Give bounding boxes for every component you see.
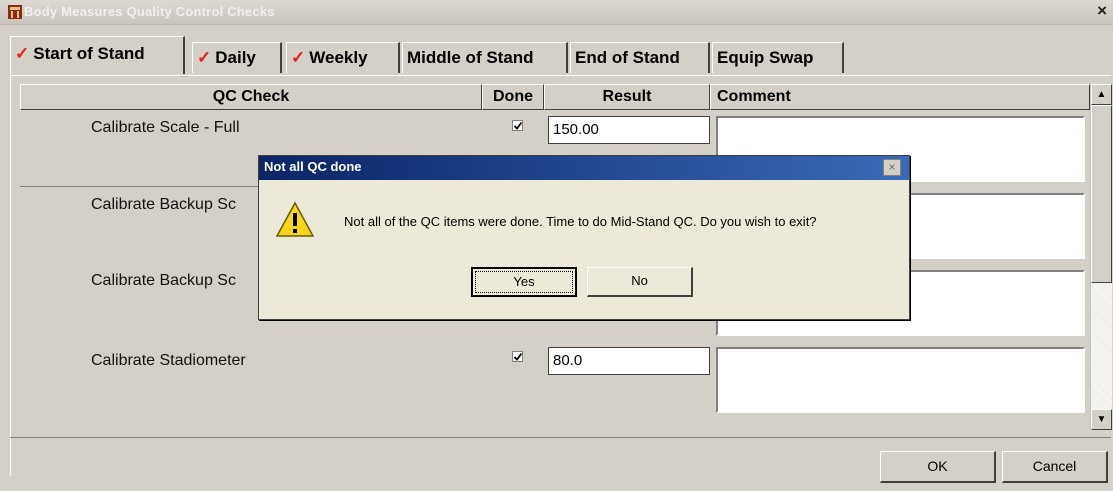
tab-label: Weekly <box>309 48 368 67</box>
tab-end-of-stand[interactable]: End of Stand <box>570 42 710 73</box>
qc-check-label: Calibrate Scale - Full <box>91 119 240 136</box>
done-checkbox[interactable] <box>512 120 523 131</box>
dialog-close-button[interactable]: × <box>883 159 901 176</box>
yes-button[interactable]: Yes <box>471 267 577 297</box>
tab-label: End of Stand <box>575 48 680 67</box>
column-header-result[interactable]: Result <box>544 84 710 110</box>
tab-label: Daily <box>215 48 256 67</box>
tab-middle-of-stand[interactable]: Middle of Stand <box>402 42 568 73</box>
scroll-up-button[interactable]: ▲ <box>1091 84 1112 105</box>
tab-start-of-stand[interactable]: ✓ Start of Stand <box>10 36 185 74</box>
result-input[interactable]: 80.0 <box>548 347 710 375</box>
qc-window: Body Measures Quality Control Checks × ✓… <box>0 0 1113 491</box>
qc-check-label: Calibrate Backup Sc <box>91 196 236 213</box>
scroll-down-button[interactable]: ▼ <box>1091 409 1112 430</box>
confirm-dialog: Not all QC done × Not all of the QC item… <box>258 155 910 320</box>
tab-label: Middle of Stand <box>407 48 534 67</box>
comment-field[interactable] <box>716 347 1085 413</box>
dialog-titlebar: Not all QC done <box>259 156 909 180</box>
warning-icon <box>275 201 315 237</box>
app-icon <box>8 5 22 19</box>
column-header-qc-check[interactable]: QC Check <box>20 84 482 110</box>
column-header-comment[interactable]: Comment <box>710 84 1090 110</box>
column-header-done[interactable]: Done <box>482 84 544 110</box>
tab-label: Start of Stand <box>33 44 145 63</box>
qc-check-label: Calibrate Stadiometer <box>91 352 246 369</box>
tab-daily[interactable]: ✓ Daily <box>192 42 282 73</box>
ok-button[interactable]: OK <box>880 451 996 483</box>
check-mark-icon: ✓ <box>197 48 212 67</box>
qc-check-label: Calibrate Backup Sc <box>91 272 236 289</box>
window-titlebar: Body Measures Quality Control Checks × <box>0 0 1113 25</box>
tab-equip-swap[interactable]: Equip Swap <box>712 42 844 73</box>
check-mark-icon: ✓ <box>291 48 306 67</box>
cancel-button[interactable]: Cancel <box>1002 451 1108 483</box>
window-close-button[interactable]: × <box>1097 2 1107 20</box>
vertical-scrollbar[interactable]: ▲ ▼ <box>1090 84 1112 430</box>
dialog-title: Not all QC done <box>264 159 362 174</box>
scroll-thumb[interactable] <box>1091 105 1112 283</box>
done-checkbox[interactable] <box>512 351 523 362</box>
check-mark-icon: ✓ <box>15 44 30 63</box>
result-input[interactable]: 150.00 <box>548 116 710 144</box>
window-title: Body Measures Quality Control Checks <box>24 4 275 19</box>
tab-label: Equip Swap <box>717 48 814 67</box>
tab-weekly[interactable]: ✓ Weekly <box>286 42 400 73</box>
no-button[interactable]: No <box>587 267 693 297</box>
dialog-message: Not all of the QC items were done. Time … <box>344 214 817 229</box>
footer-divider <box>10 437 1111 438</box>
